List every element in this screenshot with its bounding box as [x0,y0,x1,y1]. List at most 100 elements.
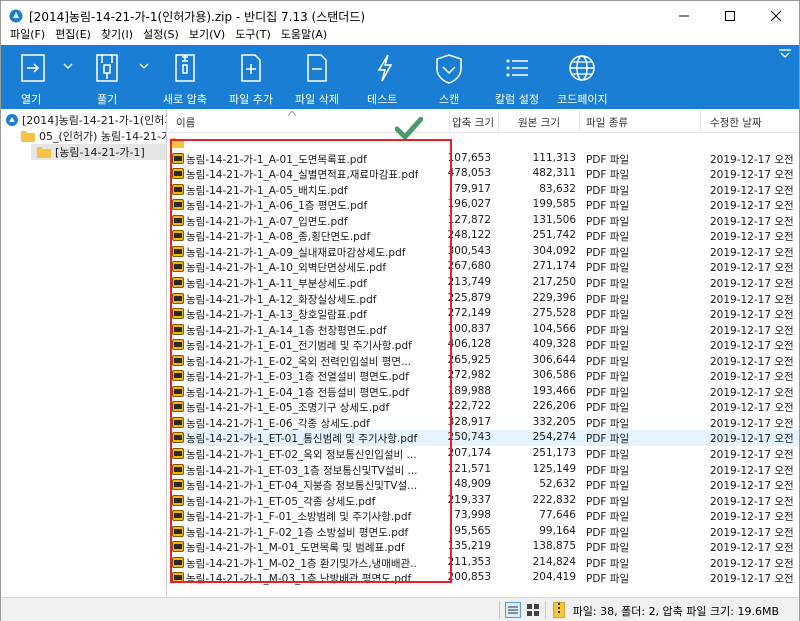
original-size: 138,875 [532,540,576,553]
test-button[interactable]: 테스트 [367,45,403,109]
file-row[interactable]: 농림-14-21-가-1_A-08_종,횡단면도.pdf 248,122 251,7… [168,228,799,244]
codepage-button[interactable]: 코드페이지 [557,45,608,109]
modified-date: 2019-12-17 오전 [710,309,794,322]
icon-view-icon[interactable] [525,602,541,618]
pdf-file-icon [172,230,184,242]
column-header-name[interactable]: 이름 [176,115,195,130]
delete-files-button[interactable]: 파일 삭제 [295,45,339,109]
modified-date: 2019-12-17 오전 [710,231,794,244]
column-header-type[interactable]: 파일 종류 [586,115,628,130]
file-row[interactable]: 농림-14-21-가-1_E-06_각종 상세도.pdf 328,917 332,2… [168,415,799,431]
details-view-icon[interactable] [505,602,521,618]
window-title: [2014]농림-14-21-가-1(인허가용).zip - 반디집 7.13 … [29,9,366,24]
menu-help[interactable]: 도움말(A) [276,26,332,42]
file-row[interactable]: 농림-14-21-가-1_A-01_도면목록표.pdf 107,653 111,31… [168,151,799,167]
file-row[interactable]: 농림-14-21-가-1_E-01_전기범례 및 주기사항.pdf 406,128… [168,337,799,353]
column-header-modified[interactable]: 수정한 날짜 [710,115,762,130]
file-type: PDF 파일 [586,511,630,524]
file-row[interactable]: 농림-14-21-가-1_ET-02_옥외 정보통신인입설비 ... 207,17… [168,446,799,462]
file-row[interactable]: 농림-14-21-가-1_M-01_도면목록 및 범례표.pdf 135,219 1… [168,539,799,555]
extract-button[interactable]: 풀기 [89,45,125,109]
file-row[interactable]: 농림-14-21-가-1_A-12_화장실상세도.pdf 225,879 229,3… [168,291,799,307]
extract-icon [96,54,118,82]
file-type: PDF 파일 [586,495,630,508]
file-row[interactable]: 농림-14-21-가-1_A-10_외벽단면상세도.pdf 267,680 271,… [168,259,799,275]
file-row[interactable]: 농림-14-21-가-1_A-07_입면도.pdf 127,872 131,506 P… [168,213,799,229]
modified-date: 2019-12-17 오전 [710,277,794,290]
open-icon [21,54,45,82]
file-row[interactable]: 농림-14-21-가-1_A-04_실별면적표,재료마감표.pdf 478,053… [168,166,799,182]
file-name: 농림-14-21-가-1_A-06_1층 평면도.pdf [186,200,368,213]
zipper-icon [175,54,195,82]
menu-tools[interactable]: 도구(T) [230,26,276,42]
tree-item-subfolder[interactable]: [농림-14-21-가-1] [31,144,166,160]
modified-date: 2019-12-17 오전 [710,511,794,524]
file-name: 농림-14-21-가-1_ET-01_통신범례 및 주기사항.pdf [186,433,418,446]
tree-item-folder[interactable]: 05_(인허가) 농림-14-21-가-1 [21,128,166,144]
pdf-file-icon [172,572,184,584]
open-dropdown-icon[interactable] [63,63,73,69]
file-row[interactable]: 농림-14-21-가-1_A-06_1층 평면도.pdf 196,027 199,5… [168,197,799,213]
menu-edit[interactable]: 편집(E) [50,26,96,42]
file-row[interactable]: 농림-14-21-가-1_M-03_1층 난방배관 평면도.pdf 200,853… [168,570,799,586]
file-row[interactable]: 농림-14-21-가-1_E-05_조명기구 상세도.pdf 222,722 226… [168,399,799,415]
file-row[interactable]: 농림-14-21-가-1_E-04_1층 전등설비 평면도.pdf 189,988… [168,384,799,400]
file-type: PDF 파일 [586,433,630,446]
file-row[interactable]: 농림-14-21-가-1_A-09_실내재료마감상세도.pdf 300,543 30… [168,244,799,260]
status-text: 파일: 38, 폴더: 2, 압축 파일 크기: 19.6MB [572,605,779,618]
file-row[interactable]: 농림-14-21-가-1_ET-05_각종 상세도.pdf 219,337 222,… [168,493,799,509]
column-header-compressed[interactable]: 압축 크기 [452,115,494,130]
file-row[interactable]: 농림-14-21-가-1_ET-03_1층 정보통신및TV설비 ... 121,5… [168,462,799,478]
modified-date: 2019-12-17 오전 [710,464,794,477]
compressed-size: 207,174 [447,447,491,459]
open-button[interactable]: 열기 [15,45,51,109]
new-archive-label: 새로 압축 [163,93,207,106]
file-row[interactable]: 농림-14-21-가-1_F-01_소방범례 및 주기사항.pdf 73,998 7… [168,508,799,524]
new-archive-button[interactable]: 새로 압축 [163,45,207,109]
file-type: PDF 파일 [586,277,630,290]
file-name: 농림-14-21-가-1_A-13_창호일람표.pdf [186,309,367,322]
file-row[interactable]: 농림-14-21-가-1_ET-04_지붕층 정보통신및TV설... 48,909… [168,477,799,493]
original-size: 193,466 [532,384,576,397]
scan-button[interactable]: 스캔 [429,45,469,109]
layout-menu-icon[interactable] [779,49,791,59]
scan-label: 스캔 [439,93,460,106]
file-row[interactable]: 농림-14-21-가-1_ET-01_통신범례 및 주기사항.pdf 250,74… [168,430,799,447]
modified-date: 2019-12-17 오전 [710,417,794,430]
modified-date: 2019-12-17 오전 [710,324,794,337]
file-row[interactable]: 농림-14-21-가-1_A-11_부분상세도.pdf 213,749 217,25… [168,275,799,291]
modified-date: 2019-12-17 오전 [710,433,794,446]
extract-dropdown-icon[interactable] [139,63,149,69]
file-type: PDF 파일 [586,417,630,430]
folder-row[interactable] [168,135,799,151]
menu-find[interactable]: 찾기(I) [96,26,138,42]
tree-item-root[interactable]: [2014]농림-14-21-가-1(인허가 [5,112,166,128]
modified-date: 2019-12-17 오전 [710,184,794,197]
file-row[interactable]: 농림-14-21-가-1_F-02_1층 소방설비 평면도.pdf 95,565 9… [168,524,799,540]
file-type: PDF 파일 [586,293,630,306]
pdf-file-icon [172,276,184,288]
original-size: 304,092 [532,244,576,257]
file-row[interactable]: 농림-14-21-가-1_M-02_1층 환기및가스,냉매배관... 211,35… [168,555,799,571]
close-icon [771,11,781,21]
pdf-file-icon [172,152,184,164]
menu-file[interactable]: 파일(F) [5,26,50,42]
menu-settings[interactable]: 설정(S) [138,26,184,42]
pdf-file-icon [172,556,184,568]
add-files-label: 파일 추가 [229,93,273,106]
file-row[interactable]: 농림-14-21-가-1_E-02_옥외 전력인입설비 평면... 265,925… [168,353,799,369]
file-row[interactable]: 농림-14-21-가-1_A-05_배치도.pdf 79,917 83,632 PDF… [168,182,799,198]
file-row[interactable]: 농림-14-21-가-1_A-14_1층 천장평면도.pdf 100,837 104… [168,322,799,338]
file-row[interactable]: 농림-14-21-가-1_E-03_1층 전열설비 평면도.pdf 272,982… [168,368,799,384]
minimize-icon [679,15,689,17]
add-files-button[interactable]: 파일 추가 [229,45,273,109]
pdf-file-icon [172,261,184,273]
column-header-original[interactable]: 원본 크기 [518,115,560,130]
file-row[interactable]: 농림-14-21-가-1_A-13_창호일람표.pdf 272,149 275,52… [168,306,799,322]
column-settings-button[interactable]: 칼럼 설정 [495,45,539,109]
menu-view[interactable]: 보기(V) [184,26,230,42]
modified-date: 2019-12-17 오전 [710,386,794,399]
compressed-size: 200,853 [447,571,491,584]
file-type: PDF 파일 [586,184,630,197]
original-size: 52,632 [539,478,576,491]
